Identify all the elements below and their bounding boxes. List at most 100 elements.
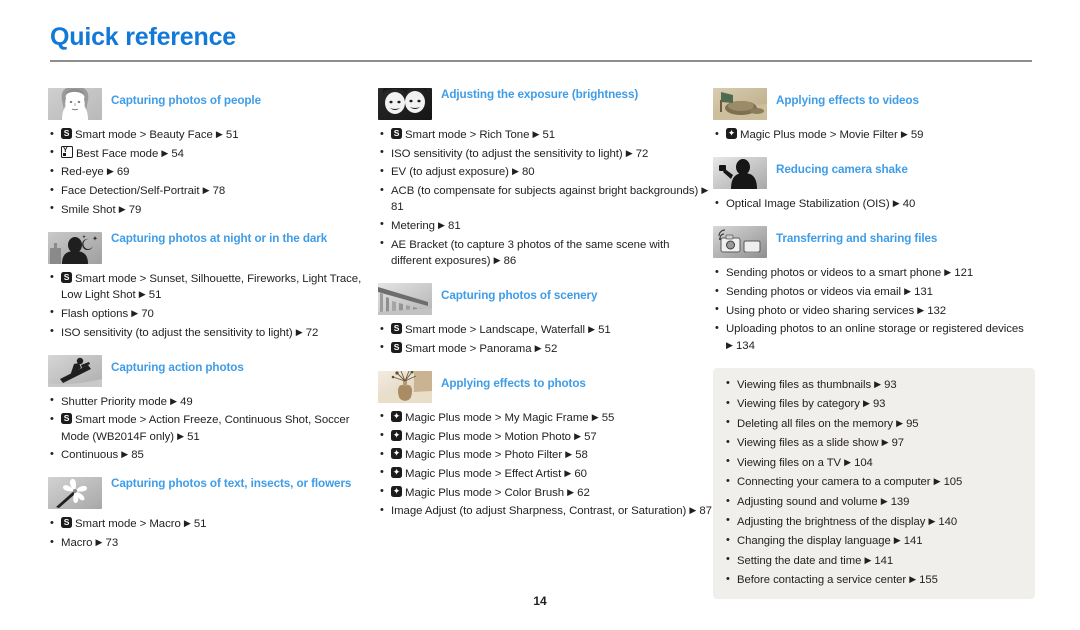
list-item: Changing the display language ▶ 141 [724, 533, 1021, 549]
page-arrow-icon: ▶ [202, 185, 210, 196]
list-item-label: Smart mode > Panorama [405, 342, 532, 355]
list-item-page: 86 [503, 254, 517, 267]
list-item-page: 40 [902, 198, 916, 211]
list-item: Macro ▶ 73 [48, 535, 378, 551]
page-arrow-icon: ▶ [138, 289, 146, 300]
list-item-page: 51 [598, 324, 611, 336]
magic-plus-icon [391, 429, 402, 441]
list-item-label: Uploading photos to an online storage or… [726, 323, 1024, 336]
list-item-label: Smart mode > Beauty Face [75, 129, 213, 141]
page-arrow-icon: ▶ [689, 505, 697, 516]
reference-section: Reducing camera shake Optical Image Stab… [713, 157, 1033, 212]
page-arrow-icon: ▶ [121, 449, 129, 460]
list-item-label: Image Adjust (to adjust Sharpness, Contr… [391, 505, 687, 518]
column-1: Capturing photos of people Smart mode > … [48, 88, 378, 554]
section-header: Capturing photos of scenery [378, 283, 713, 315]
smart-mode-icon [391, 341, 402, 353]
list-item-page: 78 [212, 185, 226, 198]
page-arrow-icon: ▶ [726, 339, 733, 350]
section-title[interactable]: Capturing photos of text, insects, or fl… [111, 477, 351, 492]
list-item: ACB (to compensate for subjects against … [378, 183, 713, 215]
page-header: Quick reference [50, 23, 1032, 62]
reference-list: Smart mode > Landscape, Waterfall ▶ 51Sm… [378, 321, 713, 357]
list-item: ISO sensitivity (to adjust the sensitivi… [378, 145, 713, 162]
list-item-page: 140 [938, 515, 958, 528]
smart-mode-icon [61, 127, 72, 139]
list-item: Using photo or video sharing services ▶ … [713, 302, 1033, 319]
page-arrow-icon: ▶ [438, 219, 445, 230]
list-item-label: AE Bracket (to capture 3 photos of the s… [391, 238, 670, 267]
list-item: Before contacting a service center ▶ 155 [724, 572, 1021, 588]
list-item-label: Smart mode > Action Freeze, Continuous S… [61, 414, 350, 443]
section-title[interactable]: Reducing camera shake [776, 157, 908, 178]
list-item-page: 85 [131, 449, 144, 462]
page-arrow-icon: ▶ [909, 574, 917, 585]
page-arrow-icon: ▶ [896, 417, 903, 428]
best-face-mode-icon [61, 145, 73, 158]
list-item: Connecting your camera to a computer ▶ 1… [724, 474, 1021, 490]
list-item: Viewing files as thumbnails ▶ 93 [724, 376, 1021, 393]
list-item: Continuous ▶ 85 [48, 447, 378, 463]
two-faces-exposure-thumbnail [378, 88, 432, 120]
reference-section: Capturing action photos Shutter Priority… [48, 354, 378, 464]
list-item: Image Adjust (to adjust Sharpness, Contr… [378, 503, 713, 519]
list-item-page: 55 [601, 411, 615, 424]
list-item-label: Magic Plus mode > My Magic Frame [405, 411, 589, 424]
section-title[interactable]: Capturing photos of scenery [441, 283, 598, 304]
reference-section: Capturing photos of scenery Smart mode >… [378, 283, 713, 357]
list-item-page: 104 [854, 456, 873, 469]
section-header: Capturing photos at night or in the dark [48, 231, 378, 264]
section-title[interactable]: Applying effects to videos [776, 88, 919, 109]
reference-list: Viewing files as thumbnails ▶ 93 Viewing … [724, 376, 1021, 588]
magic-plus-icon [726, 127, 737, 139]
list-item-page: 93 [884, 378, 897, 391]
list-item-label: Magic Plus mode > Color Brush [405, 486, 565, 499]
section-title[interactable]: Transferring and sharing files [776, 226, 937, 247]
section-header: Applying effects to photos [378, 370, 713, 403]
list-item: ISO sensitivity (to adjust the sensitivi… [48, 324, 378, 341]
page-arrow-icon: ▶ [933, 476, 941, 487]
reference-list: Smart mode > Rich Tone ▶ 51 ISO sensitivi… [378, 126, 713, 269]
page-arrow-icon: ▶ [701, 185, 709, 196]
list-item-label: Changing the display language [737, 535, 891, 548]
section-title[interactable]: Adjusting the exposure (brightness) [441, 88, 638, 103]
page-arrow-icon: ▶ [574, 430, 581, 441]
list-item-label: Magic Plus mode > Motion Photo [405, 430, 571, 443]
list-item: Smart mode > Beauty Face ▶ 51 [48, 126, 378, 143]
list-item: Uploading photos to an online storage or… [713, 321, 1033, 353]
reference-section: Applying effects to videos Magic Plus mo… [713, 88, 1033, 143]
reference-list: Sending photos or videos to a smart phon… [713, 265, 1033, 353]
section-title[interactable]: Capturing action photos [111, 355, 244, 376]
list-item-label: Before contacting a service center [737, 574, 907, 587]
list-item-label: Adjusting sound and volume [737, 496, 878, 508]
list-item-page: 52 [544, 342, 558, 355]
column-2: Adjusting the exposure (brightness) Smar… [378, 88, 713, 522]
list-item-page: 72 [635, 147, 649, 160]
section-header: Capturing photos of text, insects, or fl… [48, 477, 378, 510]
list-item: Viewing files as a slide show ▶ 97 [724, 435, 1021, 451]
list-item-page: 87 [699, 505, 712, 518]
list-item-label: Smart mode > Landscape, Waterfall [405, 324, 585, 336]
page-arrow-icon: ▶ [177, 430, 185, 441]
list-item: Magic Plus mode > Movie Filter ▶ 59 [713, 126, 1033, 143]
list-item: Viewing files by category ▶ 93 [724, 396, 1021, 412]
list-item-label: Using photo or video sharing services [726, 304, 915, 317]
list-item-page: 80 [522, 166, 535, 179]
list-item: Magic Plus mode > Effect Artist ▶ 60 [378, 465, 713, 482]
list-item: Smile Shot ▶ 79 [48, 201, 378, 218]
list-item-page: 58 [575, 449, 588, 462]
list-item-label: ACB (to compensate for subjects against … [391, 185, 699, 198]
section-title[interactable]: Applying effects to photos [441, 371, 586, 392]
list-item-page: 81 [448, 219, 461, 232]
page-number: 14 [533, 594, 547, 608]
section-title[interactable]: Capturing photos at night or in the dark [111, 232, 327, 247]
list-item-label: Metering [391, 219, 435, 232]
section-title[interactable]: Capturing photos of people [111, 88, 261, 109]
playback-settings-box: Viewing files as thumbnails ▶ 93 Viewing … [713, 367, 1035, 600]
list-item: Smart mode > Sunset, Silhouette, Firewor… [48, 270, 378, 303]
list-item: Magic Plus mode > Photo Filter ▶ 58 [378, 447, 713, 463]
page-arrow-icon: ▶ [567, 486, 575, 497]
reference-list: Smart mode > Macro ▶ 51 Macro ▶ 73 [48, 516, 378, 551]
reference-list: Magic Plus mode > My Magic Frame ▶ 55 Mag… [378, 409, 713, 520]
list-item-label: ISO sensitivity (to adjust the sensitivi… [391, 147, 623, 160]
